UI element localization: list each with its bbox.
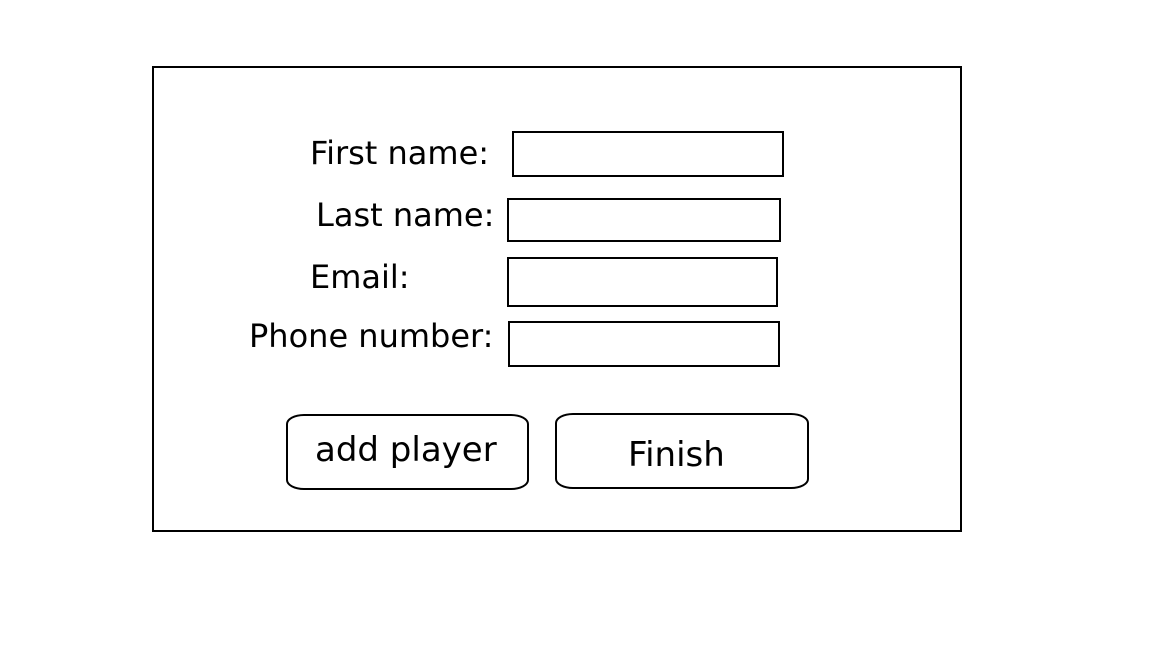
last-name-field[interactable] — [507, 198, 781, 242]
email-label: Email: — [310, 258, 410, 296]
first-name-field[interactable] — [512, 131, 784, 177]
finish-button-label: Finish — [628, 435, 725, 475]
phone-number-label: Phone number: — [249, 317, 494, 355]
finish-button[interactable]: Finish — [555, 413, 809, 489]
email-field[interactable] — [507, 257, 778, 307]
first-name-label: First name: — [310, 134, 490, 172]
add-player-button[interactable]: add player — [286, 414, 529, 490]
phone-number-field[interactable] — [508, 321, 780, 367]
add-player-button-label: add player — [315, 430, 497, 470]
last-name-label: Last name: — [316, 196, 495, 234]
